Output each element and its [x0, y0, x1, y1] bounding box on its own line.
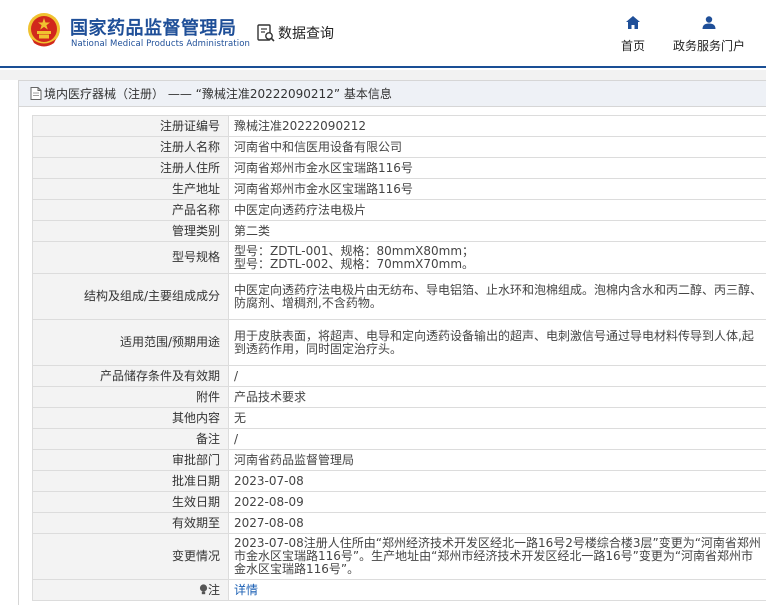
field-value: 产品技术要求 [228, 386, 766, 408]
field-label: 管理类别 [32, 220, 229, 242]
field-value-model-spec: 型号：ZDTL-001、规格：80mmX80mm； 型号：ZDTL-002、规格… [228, 241, 766, 274]
field-label: 注册人名称 [32, 136, 229, 158]
table-row: 审批部门 河南省药品监督管理局 [32, 449, 766, 471]
field-value: 2023-07-08注册人住所由“郑州经济技术开发区经北一路16号2号楼综合楼3… [228, 533, 766, 580]
table-row: 适用范围/预期用途 用于皮肤表面，将超声、电导和定向透药设备输出的超声、电刺激信… [32, 319, 766, 366]
field-value: 河南省药品监督管理局 [228, 449, 766, 471]
field-value: 河南省郑州市金水区宝瑞路116号 [228, 157, 766, 179]
field-value: 2023-07-08 [228, 470, 766, 492]
bulb-icon [199, 583, 208, 594]
table-row: 结构及组成/主要组成成分 中医定向透药疗法电极片由无纺布、导电铝箔、止水环和泡棉… [32, 273, 766, 320]
field-label: 有效期至 [32, 512, 229, 534]
field-label: 生产地址 [32, 178, 229, 200]
table-row: 生产地址 河南省郑州市金水区宝瑞路116号 [32, 178, 766, 200]
field-value: 用于皮肤表面，将超声、电导和定向透药设备输出的超声、电刺激信号通过导电材料传导到… [228, 319, 766, 366]
table-row: 注册人名称 河南省中和信医用设备有限公司 [32, 136, 766, 158]
field-label: 注册人住所 [32, 157, 229, 179]
field-label: 批准日期 [32, 470, 229, 492]
national-emblem-icon [28, 13, 60, 47]
table-row: 产品储存条件及有效期 / [32, 365, 766, 387]
nav-home[interactable]: 首页 [619, 16, 647, 54]
details-link[interactable]: 详情 [234, 583, 258, 597]
field-value: 第二类 [228, 220, 766, 242]
document-icon [30, 87, 42, 100]
nav-service-label: 政务服务门户 [672, 39, 745, 53]
field-value: 无 [228, 407, 766, 429]
header-gap [0, 70, 766, 80]
field-label: 结构及组成/主要组成成分 [32, 273, 229, 320]
table-row: 其他内容 无 [32, 407, 766, 429]
note-label: 注 [32, 579, 229, 601]
field-label: 附件 [32, 386, 229, 408]
field-label: 其他内容 [32, 407, 229, 429]
table-row: 批准日期 2023-07-08 [32, 470, 766, 492]
table-row: 有效期至 2027-08-08 [32, 512, 766, 534]
data-query-icon [257, 24, 275, 42]
panel-title: 境内医疗器械（注册） —— “豫械注准20222090212” 基本信息 [44, 86, 392, 101]
site-subtitle: National Medical Products Administration [71, 39, 250, 49]
field-value: 中医定向透药疗法电极片由无纺布、导电铝箔、止水环和泡棉组成。泡棉内含水和丙二醇、… [228, 273, 766, 320]
field-value: 河南省中和信医用设备有限公司 [228, 136, 766, 158]
field-label: 注册证编号 [32, 115, 229, 137]
site-title: 国家药品监督管理局 [70, 18, 237, 39]
field-value: 中医定向透药疗法电极片 [228, 199, 766, 221]
nav-service-portal[interactable]: 政务服务门户 [670, 16, 748, 54]
field-label: 产品名称 [32, 199, 229, 221]
panel-title-bar: 境内医疗器械（注册） —— “豫械注准20222090212” 基本信息 [19, 81, 766, 107]
field-value: / [228, 428, 766, 450]
table-row: 注册人住所 河南省郑州市金水区宝瑞路116号 [32, 157, 766, 179]
field-value: 豫械注准20222090212 [228, 115, 766, 137]
table-row: 产品名称 中医定向透药疗法电极片 [32, 199, 766, 221]
field-value: 2027-08-08 [228, 512, 766, 534]
info-table: 注册证编号 豫械注准20222090212 注册人名称 河南省中和信医用设备有限… [32, 115, 766, 601]
field-label: 适用范围/预期用途 [32, 319, 229, 366]
table-row: 变更情况 2023-07-08注册人住所由“郑州经济技术开发区经北一路16号2号… [32, 533, 766, 580]
user-icon [702, 16, 716, 29]
table-row: 管理类别 第二类 [32, 220, 766, 242]
field-label: 备注 [32, 428, 229, 450]
field-value: 河南省郑州市金水区宝瑞路116号 [228, 178, 766, 200]
field-label: 变更情况 [32, 533, 229, 580]
data-query-label: 数据查询 [278, 26, 334, 42]
note-label-text: 注 [207, 582, 220, 597]
table-row: 注 详情 [32, 579, 766, 601]
table-row: 型号规格 型号：ZDTL-001、规格：80mmX80mm； 型号：ZDTL-0… [32, 241, 766, 274]
table-row: 生效日期 2022-08-09 [32, 491, 766, 513]
field-label: 产品储存条件及有效期 [32, 365, 229, 387]
data-query-link[interactable]: 数据查询 [256, 22, 334, 44]
note-value: 详情 [228, 579, 766, 601]
field-label: 型号规格 [32, 241, 229, 274]
detail-panel: 境内医疗器械（注册） —— “豫械注准20222090212” 基本信息 注册证… [18, 80, 766, 605]
field-value: / [228, 365, 766, 387]
field-value: 2022-08-09 [228, 491, 766, 513]
table-row: 备注 / [32, 428, 766, 450]
table-row: 注册证编号 豫械注准20222090212 [32, 115, 766, 137]
home-icon [626, 16, 640, 29]
nav-home-label: 首页 [620, 39, 645, 53]
field-label: 审批部门 [32, 449, 229, 471]
table-row: 附件 产品技术要求 [32, 386, 766, 408]
field-label: 生效日期 [32, 491, 229, 513]
site-header: 国家药品监督管理局 National Medical Products Admi… [0, 0, 766, 68]
